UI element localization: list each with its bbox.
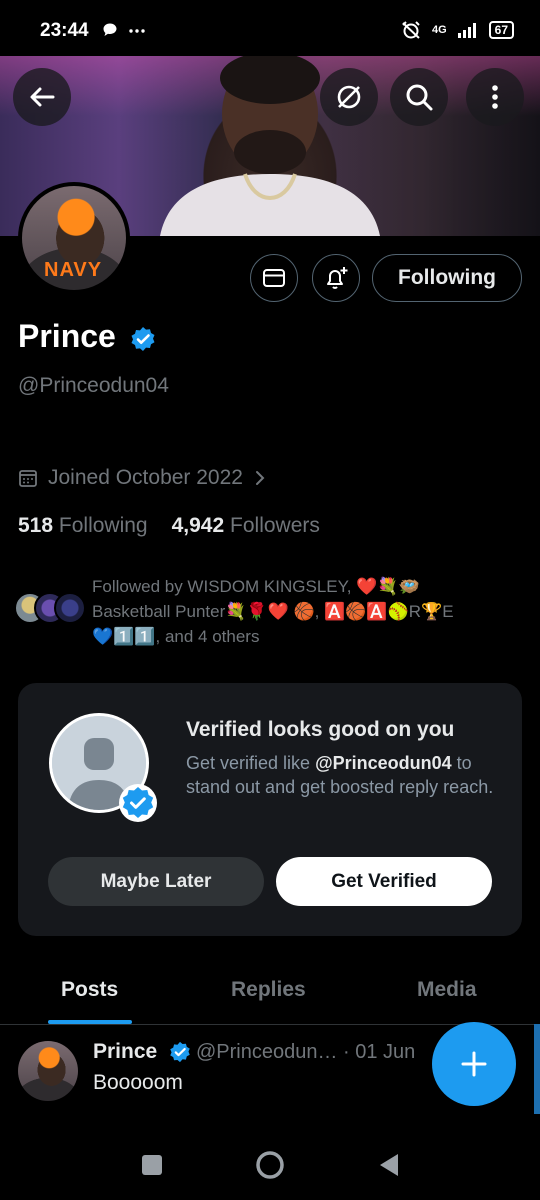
followers-stat[interactable]: 4,942 Followers xyxy=(172,514,320,538)
home-circle-icon[interactable] xyxy=(255,1150,285,1180)
desc-prefix: Get verified like xyxy=(186,753,316,773)
plus-icon xyxy=(461,1051,487,1077)
post-author-avatar[interactable] xyxy=(18,1041,78,1101)
followed-by-avatars[interactable] xyxy=(14,592,86,624)
post-verified-badge-icon xyxy=(170,1041,190,1063)
chat-bubble-icon xyxy=(103,23,117,36)
post-author-name[interactable]: Prince xyxy=(93,1040,157,1064)
desc-handle: @Princeodun04 xyxy=(315,753,452,773)
grok-button[interactable] xyxy=(320,68,378,126)
followed-by-line-1: Followed by WISDOM KINGSLEY, ❤️💐🪺 xyxy=(92,577,420,596)
grok-icon xyxy=(337,85,361,109)
follow-stats: 518 Following 4,942 Followers xyxy=(18,514,320,538)
status-right-group: 4G 67 xyxy=(400,20,514,40)
system-nav-bar xyxy=(0,1130,540,1200)
network-type: 4G xyxy=(431,24,447,36)
follower-avatar-3 xyxy=(54,592,86,624)
search-button[interactable] xyxy=(390,68,448,126)
bell-plus-icon xyxy=(327,267,348,289)
avatar-shirt-text: NAVY xyxy=(44,259,103,281)
profile-avatar[interactable]: NAVY xyxy=(18,182,130,294)
joined-row[interactable]: Joined October 2022 xyxy=(18,466,267,490)
tab-posts[interactable]: Posts xyxy=(61,978,118,1002)
scroll-edge-indicator xyxy=(534,1024,540,1114)
followers-label: Followers xyxy=(230,514,320,537)
recents-icon[interactable] xyxy=(141,1154,163,1176)
tab-media[interactable]: Media xyxy=(417,978,477,1002)
verified-check-badge-icon xyxy=(119,784,157,822)
back-button[interactable] xyxy=(13,68,71,126)
tab-replies[interactable]: Replies xyxy=(231,978,306,1002)
notify-button[interactable] xyxy=(312,254,360,302)
verified-card-description: Get verified like @Princeodun04 to stand… xyxy=(186,751,506,799)
maybe-later-button[interactable]: Maybe Later xyxy=(48,857,264,906)
followed-by-line-3: 💙1️⃣1️⃣, and 4 others xyxy=(92,627,260,646)
get-verified-button[interactable]: Get Verified xyxy=(276,857,492,906)
status-notification-icons xyxy=(102,22,146,38)
more-button[interactable] xyxy=(466,68,524,126)
chevron-right-icon xyxy=(255,471,265,485)
signal-icon xyxy=(457,23,476,38)
verified-card-title: Verified looks good on you xyxy=(186,718,455,741)
followed-by-text[interactable]: Followed by WISDOM KINGSLEY, ❤️💐🪺 Basket… xyxy=(92,574,522,649)
envelope-icon xyxy=(263,269,285,287)
profile-name: Prince xyxy=(18,318,116,354)
message-button[interactable] xyxy=(250,254,298,302)
back-arrow-icon xyxy=(30,87,55,107)
profile-handle: @Princeodun04 xyxy=(18,374,169,397)
following-stat[interactable]: 518 Following xyxy=(18,514,148,538)
following-count: 518 xyxy=(18,514,54,537)
search-icon xyxy=(406,84,433,111)
more-dots-icon xyxy=(129,29,145,33)
back-triangle-icon[interactable] xyxy=(378,1152,400,1178)
followed-by-line-2: Basketball Punter💐🌹❤️ 🏀, 🅰️🏀🅰️🥎R🏆E xyxy=(92,602,454,621)
status-bar: 23:44 4G 67 xyxy=(0,0,540,56)
status-time: 23:44 xyxy=(40,20,89,41)
alarm-off-icon xyxy=(402,21,420,39)
post-text[interactable]: Booooom xyxy=(93,1071,183,1095)
battery-indicator: 67 xyxy=(488,21,514,39)
post-meta: @Princeodun… · 01 Jun xyxy=(196,1041,416,1063)
verified-badge-icon xyxy=(131,327,155,351)
joined-date: Joined October 2022 xyxy=(48,466,243,489)
following-label: Following xyxy=(58,514,148,537)
compose-button[interactable] xyxy=(432,1022,516,1106)
more-vertical-icon xyxy=(492,85,498,109)
calendar-icon xyxy=(19,470,37,487)
following-button[interactable]: Following xyxy=(372,254,522,302)
followers-count: 4,942 xyxy=(171,514,225,537)
